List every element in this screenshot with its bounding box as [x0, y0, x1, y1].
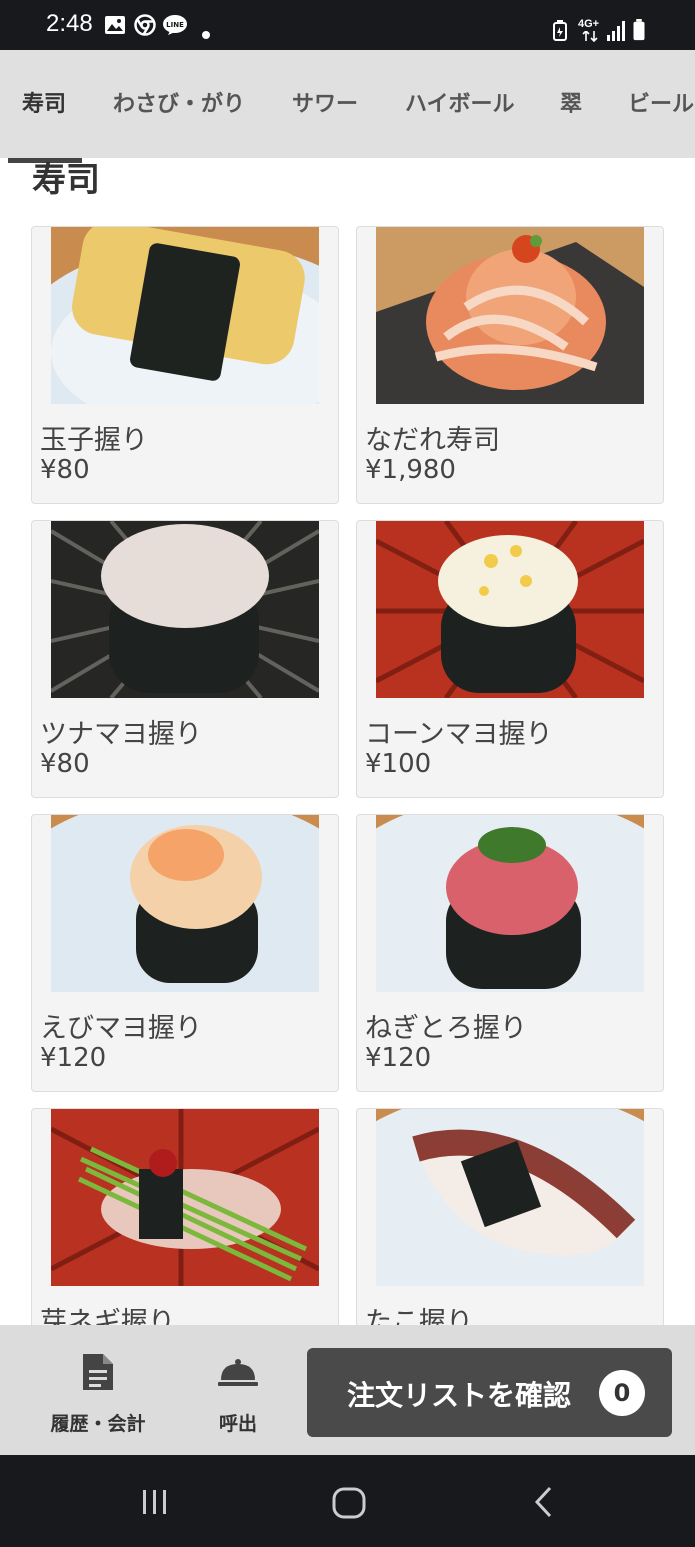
menu-item-card[interactable]: コーンマヨ握り ¥100 [356, 520, 664, 798]
menu-item-card[interactable]: えびマヨ握り ¥120 [31, 814, 339, 1092]
system-nav-bar [0, 1455, 695, 1547]
service-bell-icon [218, 1359, 258, 1386]
status-time: 2:48 [46, 10, 93, 37]
network-type-label: 4G+ [578, 18, 600, 30]
tab-beer[interactable]: ビール [628, 86, 694, 118]
tako-photo [376, 1109, 644, 1286]
item-name: ねぎとろ握り [365, 1013, 527, 1044]
item-price: ¥120 [365, 1043, 432, 1073]
menu-item-card[interactable]: たこ握り [356, 1108, 664, 1325]
menu-item-card[interactable]: なだれ寿司 ¥1,980 [356, 226, 664, 504]
tab-sour[interactable]: サワー [292, 86, 358, 118]
svg-text:LINE: LINE [166, 21, 184, 29]
history-checkout-button[interactable]: 履歴・会計 [38, 1325, 158, 1455]
tamago-nigiri-photo [51, 227, 319, 404]
nadare-sushi-photo [376, 227, 644, 404]
item-name: 玉子握り [40, 425, 148, 456]
item-name: 芽ネギ握り [40, 1307, 175, 1325]
notification-dot-icon [202, 31, 210, 39]
tab-sushi[interactable]: 寿司 [22, 86, 66, 118]
menu-item-card[interactable]: ツナマヨ握り ¥80 [31, 520, 339, 798]
item-price: ¥80 [40, 749, 90, 779]
corn-mayo-photo [376, 521, 644, 698]
order-list-label: 注文リストを確認 [347, 1379, 572, 1412]
order-count-badge: 0 [599, 1370, 645, 1416]
back-icon[interactable] [532, 1485, 556, 1519]
bottom-action-bar: 履歴・会計 呼出 注文リストを確認 0 [0, 1325, 695, 1455]
tuna-mayo-photo [51, 521, 319, 698]
tab-sui[interactable]: 翠 [560, 86, 582, 118]
gallery-icon [105, 16, 125, 34]
category-tab-bar: 寿司 わさび・がり サワー ハイボール 翠 ビール [0, 50, 695, 158]
section-title: 寿司 [32, 160, 100, 200]
call-staff-label: 呼出 [218, 1413, 257, 1435]
item-name: ツナマヨ握り [40, 719, 202, 750]
network-4g-icon: 4G+ [578, 18, 602, 44]
menu-item-card[interactable]: 芽ネギ握り [31, 1108, 339, 1325]
item-name: なだれ寿司 [365, 425, 500, 456]
item-price: ¥100 [365, 749, 432, 779]
document-icon [83, 1354, 113, 1390]
item-price: ¥1,980 [365, 455, 456, 485]
history-checkout-label: 履歴・会計 [50, 1413, 146, 1435]
menegi-photo [51, 1109, 319, 1286]
item-price: ¥120 [40, 1043, 107, 1073]
battery-icon [633, 19, 645, 41]
item-name: たこ握り [365, 1307, 473, 1325]
tab-wasabi-gari[interactable]: わさび・がり [113, 86, 245, 118]
tab-highball[interactable]: ハイボール [405, 86, 515, 118]
view-order-list-button[interactable]: 注文リストを確認 0 [307, 1348, 672, 1437]
battery-saver-icon [553, 20, 567, 41]
recent-apps-icon[interactable] [140, 1488, 170, 1516]
line-app-icon: LINE [163, 15, 187, 35]
call-staff-button[interactable]: 呼出 [198, 1325, 278, 1455]
chrome-icon [134, 14, 156, 36]
item-price: ¥80 [40, 455, 90, 485]
item-name: コーンマヨ握り [365, 719, 553, 750]
ebi-mayo-photo [51, 815, 319, 992]
negitoro-photo [376, 815, 644, 992]
home-icon[interactable] [332, 1487, 366, 1519]
status-bar: 2:48 LINE 4G+ [0, 0, 695, 50]
signal-icon [607, 21, 625, 41]
menu-item-card[interactable]: 玉子握り ¥80 [31, 226, 339, 504]
menu-item-card[interactable]: ねぎとろ握り ¥120 [356, 814, 664, 1092]
menu-content: 寿司 玉子握り ¥80 なだれ寿司 ¥1,980 ツナマヨ握り ¥80 コーンマ… [0, 158, 695, 1325]
item-name: えびマヨ握り [40, 1013, 202, 1044]
